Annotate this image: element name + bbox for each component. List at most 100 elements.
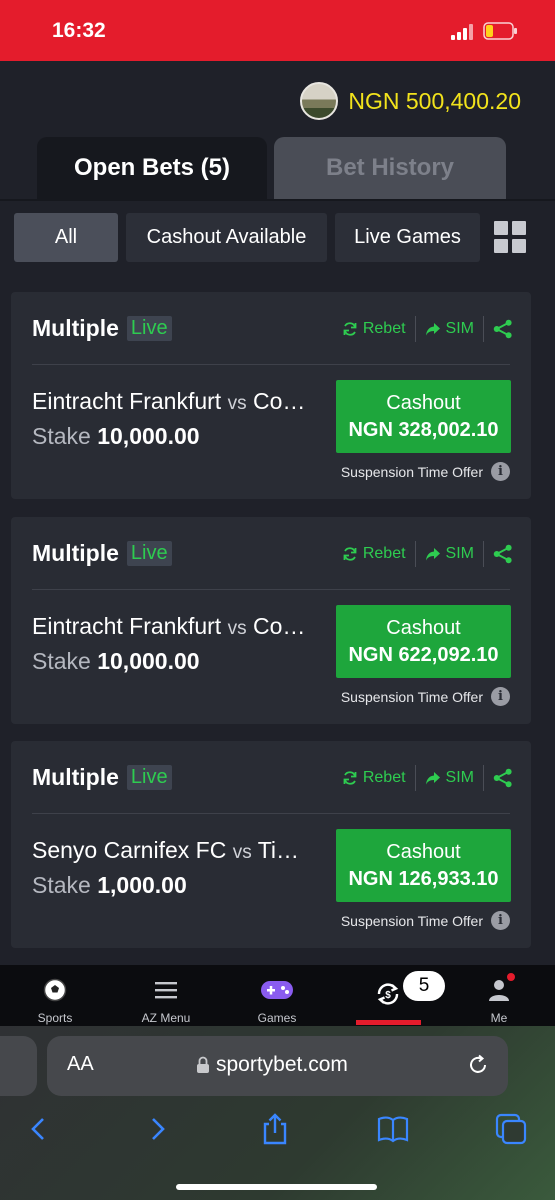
cashout-label: Cashout [386,391,461,414]
share-sheet-icon[interactable] [258,1112,292,1146]
stake-row: Stake 10,000.00 [32,648,200,675]
divider [32,589,510,590]
cashout-amount: NGN 622,092.10 [348,643,499,666]
nav-label: AZ Menu [141,1011,191,1025]
share-button[interactable] [483,541,522,567]
hamburger-menu-icon [155,982,177,999]
bet-card[interactable]: Multiple Live Rebet SIM Eintracht Frankf… [11,517,531,724]
bookmarks-icon[interactable] [376,1112,410,1146]
refresh-icon [343,547,357,561]
nav-games[interactable]: Games [222,965,332,1026]
previous-tab-bar[interactable] [0,1036,37,1096]
home-indicator [176,1184,377,1190]
status-time: 16:32 [52,19,106,42]
info-icon[interactable]: i [491,687,510,706]
cashout-button[interactable]: Cashout NGN 328,002.10 [336,380,511,453]
tab-bet-history[interactable]: Bet History [274,137,506,199]
app-content: NGN 500,400.20 Open Bets (5) Bet History… [0,61,555,965]
account-balance[interactable]: NGN 500,400.20 [300,82,521,120]
address-bar[interactable]: AA sportybet.com [47,1036,508,1096]
text-size-button[interactable]: AA [67,1053,94,1076]
signal-icon [451,24,473,40]
avatar[interactable] [300,82,339,120]
cashout-amount: NGN 126,933.10 [348,867,499,890]
sim-button[interactable]: SIM [414,541,483,567]
tabs-divider [0,199,555,201]
sim-button[interactable]: SIM [414,765,483,791]
bet-filters: All Cashout Available Live Games [14,213,480,262]
forward-icon[interactable] [141,1112,175,1146]
match-name: Senyo Carnifex FC vs Ti… [32,837,327,864]
cashout-button[interactable]: Cashout NGN 622,092.10 [336,605,511,678]
bet-actions: Rebet SIM [333,541,522,567]
suspension-label: Suspension Time Offer [340,912,483,929]
user-icon [489,980,509,1001]
cashout-button[interactable]: Cashout NGN 126,933.10 [336,829,511,902]
refresh-icon [343,322,357,336]
stake-label: Stake [32,648,91,674]
battery-icon [483,22,517,40]
nav-label: Games [257,1011,297,1025]
open-bets-count-badge: 5 [403,971,445,1001]
filter-live-games[interactable]: Live Games [335,213,480,262]
rebet-button[interactable]: Rebet [333,765,415,791]
rebet-button[interactable]: Rebet [333,541,415,567]
back-icon[interactable] [22,1112,56,1146]
stake-label: Stake [32,423,91,449]
filter-all[interactable]: All [14,213,118,262]
reload-icon[interactable] [466,1053,490,1077]
forward-arrow-icon [425,323,440,336]
grid-view-icon[interactable] [494,221,526,253]
stake-value: 1,000.00 [97,872,187,898]
soccer-ball-icon [43,978,67,1002]
home-team: Senyo Carnifex FC [32,837,227,863]
share-icon [493,544,512,564]
suspension-offer: Suspension Time Offer i [341,911,510,930]
open-bets-icon: $ [377,983,399,1005]
svg-text:$: $ [385,990,391,1001]
info-icon[interactable]: i [491,911,510,930]
stake-value: 10,000.00 [97,423,200,449]
tabs-icon[interactable] [494,1112,528,1146]
cashout-label: Cashout [386,616,461,639]
gamepad-icon [261,981,293,999]
url-display[interactable]: sportybet.com [196,1053,348,1077]
nav-label: Me [490,1011,508,1025]
away-team: Co… [252,388,306,414]
nav-az-menu[interactable]: AZ Menu [111,965,221,1026]
sim-button[interactable]: SIM [414,316,483,342]
filter-cashout-available[interactable]: Cashout Available [126,213,327,262]
live-badge: Live [126,765,172,790]
share-button[interactable] [483,316,522,342]
share-icon [493,319,512,339]
home-team: Eintracht Frankfurt [32,388,222,414]
rebet-label: Rebet [362,320,406,337]
sim-label: SIM [445,545,474,562]
bet-card[interactable]: Multiple Live Rebet SIM Eintracht Frankf… [11,292,531,499]
bet-type: Multiple [32,540,119,566]
share-icon [493,768,512,788]
app-bottom-nav: Sports AZ Menu Games $ Me [0,965,555,1026]
away-team: Ti… [257,837,299,863]
stake-label: Stake [32,872,91,898]
tab-open-bets[interactable]: Open Bets (5) [37,137,267,199]
bet-card-header: Multiple Live [32,764,172,791]
bet-card-header: Multiple Live [32,540,172,567]
nav-sports[interactable]: Sports [0,965,110,1026]
bet-card[interactable]: Multiple Live Rebet SIM Senyo Carnifex F… [11,741,531,948]
match-name: Eintracht Frankfurt vs Co… [32,388,327,415]
stake-value: 10,000.00 [97,648,200,674]
divider [32,813,510,814]
cashout-label: Cashout [386,840,461,863]
status-bar: 16:32 [0,0,555,61]
live-badge: Live [126,541,172,566]
nav-me[interactable]: Me [444,965,554,1026]
vs-label: vs [232,842,252,863]
rebet-button[interactable]: Rebet [333,316,415,342]
lock-icon [197,1056,209,1073]
cashout-amount: NGN 328,002.10 [348,418,499,441]
notification-dot [507,973,515,981]
share-button[interactable] [483,765,522,791]
bet-tabs: Open Bets (5) Bet History [0,137,555,199]
info-icon[interactable]: i [491,462,510,481]
